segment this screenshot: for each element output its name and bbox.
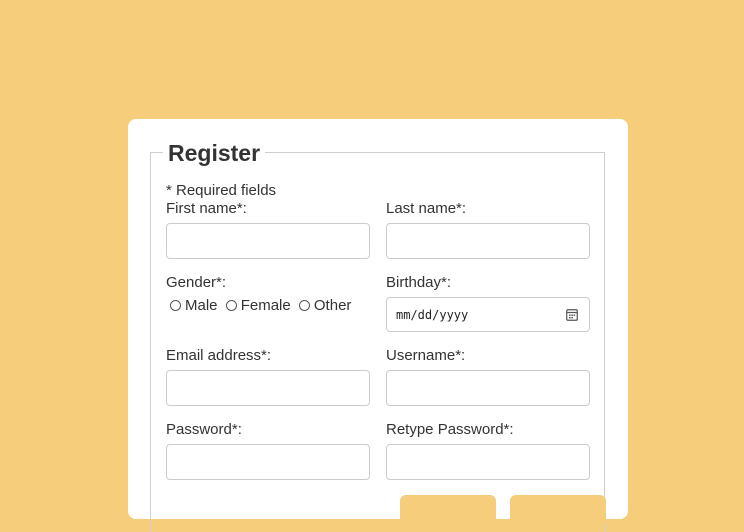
password-label: Password*: [166, 421, 242, 438]
register-card: Register * Required fields First name*: … [128, 119, 628, 532]
gender-option-label: Other [313, 297, 352, 314]
radio-unchecked-icon[interactable] [298, 300, 310, 311]
gender-option-label: Male [185, 297, 218, 314]
form-title: Register [163, 139, 266, 167]
password-input[interactable] [166, 444, 370, 480]
retype-password-input[interactable] [386, 444, 590, 480]
calendar-icon[interactable] [566, 308, 578, 321]
birthday-label: Birthday*: [386, 274, 452, 291]
radio-unchecked-icon[interactable] [170, 300, 181, 311]
last-name-label: Last name*: [386, 200, 467, 217]
gender-option-label: Female [240, 297, 291, 314]
gender-option-male[interactable]: Male [170, 297, 218, 314]
email-input[interactable] [166, 370, 370, 406]
username-input[interactable] [386, 370, 590, 406]
submit-button[interactable] [400, 495, 496, 525]
gender-option-other[interactable]: Other [298, 297, 352, 314]
reset-button[interactable] [510, 495, 606, 525]
birthday-placeholder: mm/dd/yyyy [396, 308, 469, 322]
first-name-input[interactable] [166, 223, 370, 259]
retype-password-label: Retype Password*: [386, 421, 514, 438]
gender-radio-group: Male Female Other [170, 297, 355, 314]
gender-option-female[interactable]: Female [225, 297, 291, 314]
radio-unchecked-icon[interactable] [225, 300, 237, 311]
required-fields-note: * Required fields [166, 182, 277, 199]
gender-label: Gender*: [166, 274, 227, 291]
username-label: Username*: [386, 347, 466, 364]
email-label: Email address*: [166, 347, 272, 364]
last-name-input[interactable] [386, 223, 590, 259]
first-name-label: First name*: [166, 200, 247, 217]
birthday-date-input[interactable]: mm/dd/yyyy [386, 297, 590, 332]
